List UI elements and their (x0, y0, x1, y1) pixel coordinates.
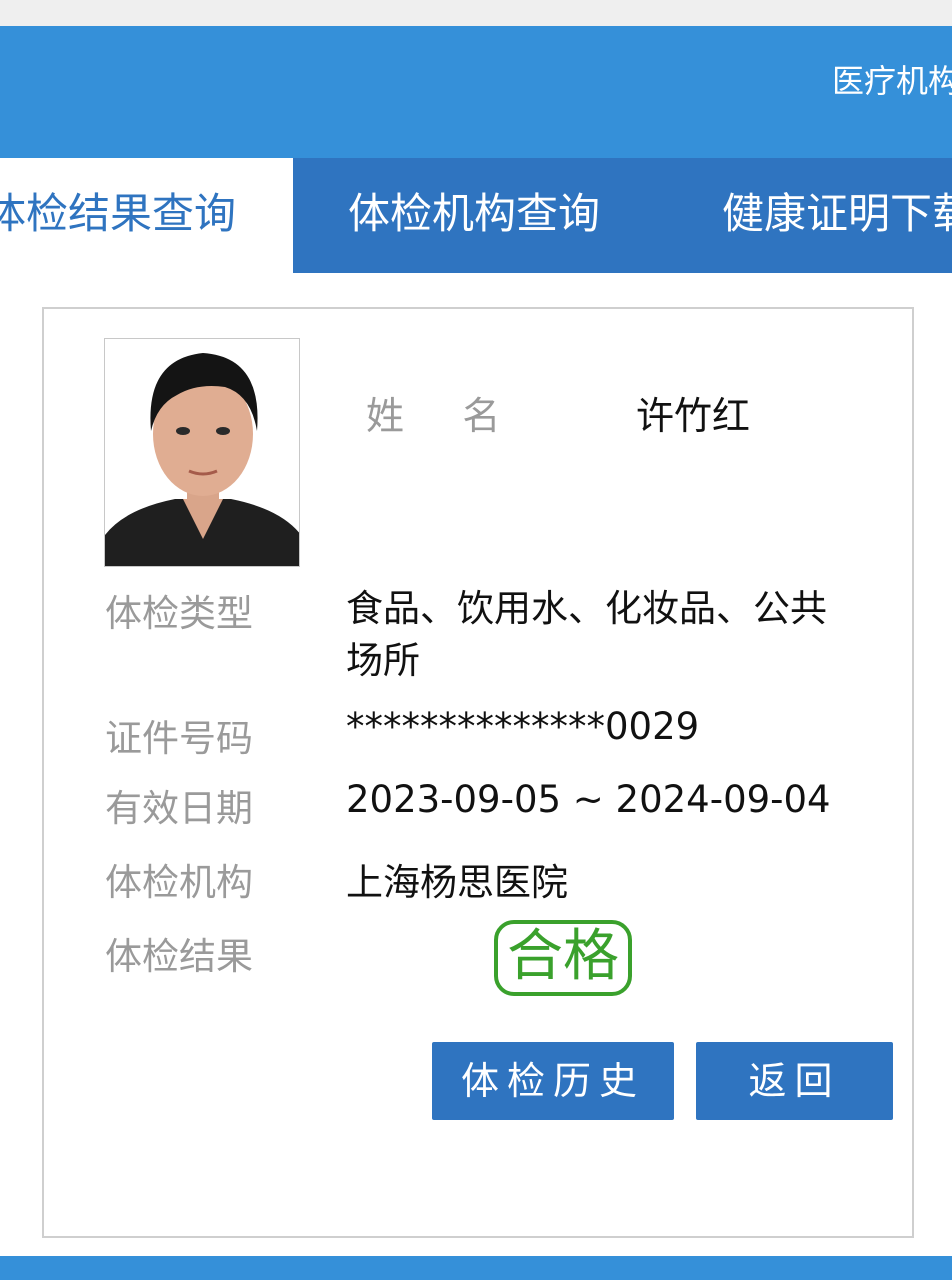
exam-history-button[interactable]: 体检历史 (432, 1042, 674, 1120)
exam-result-label: 体检结果 (105, 935, 253, 978)
header-title: 医疗机构 (832, 62, 952, 100)
id-photo (104, 338, 300, 567)
page: 医疗机构 体检结果查询 体检机构查询 健康证明下载 姓 名 许竹红 体检类型 食… (0, 0, 952, 1280)
tab-exam-result-query[interactable]: 体检结果查询 (0, 158, 293, 273)
id-number-label: 证件号码 (105, 717, 253, 760)
exam-institution-value: 上海杨思医院 (346, 861, 568, 904)
valid-date-label: 有效日期 (105, 787, 253, 830)
name-label: 姓 名 (366, 394, 503, 438)
tab-exam-institution-query[interactable]: 体检机构查询 (348, 158, 600, 273)
tab-bar: 体检结果查询 体检机构查询 健康证明下载 (0, 158, 952, 273)
header-bar: 医疗机构 (0, 26, 952, 158)
back-button[interactable]: 返回 (696, 1042, 893, 1120)
valid-date-value: 2023-09-05 ~ 2024-09-04 (346, 778, 831, 821)
exam-institution-label: 体检机构 (105, 861, 253, 904)
tab-health-certificate-download[interactable]: 健康证明下载 (722, 158, 952, 273)
exam-type-value: 食品、饮用水、化妆品、公共场所 (346, 587, 827, 682)
bottom-bar (0, 1256, 952, 1280)
exam-type-label: 体检类型 (105, 592, 253, 635)
person-photo-icon (105, 339, 299, 566)
status-strip (0, 0, 952, 26)
id-number-value: **************0029 (346, 705, 700, 748)
result-qualified-stamp: 合格 (494, 920, 632, 996)
name-value: 许竹红 (636, 394, 751, 438)
